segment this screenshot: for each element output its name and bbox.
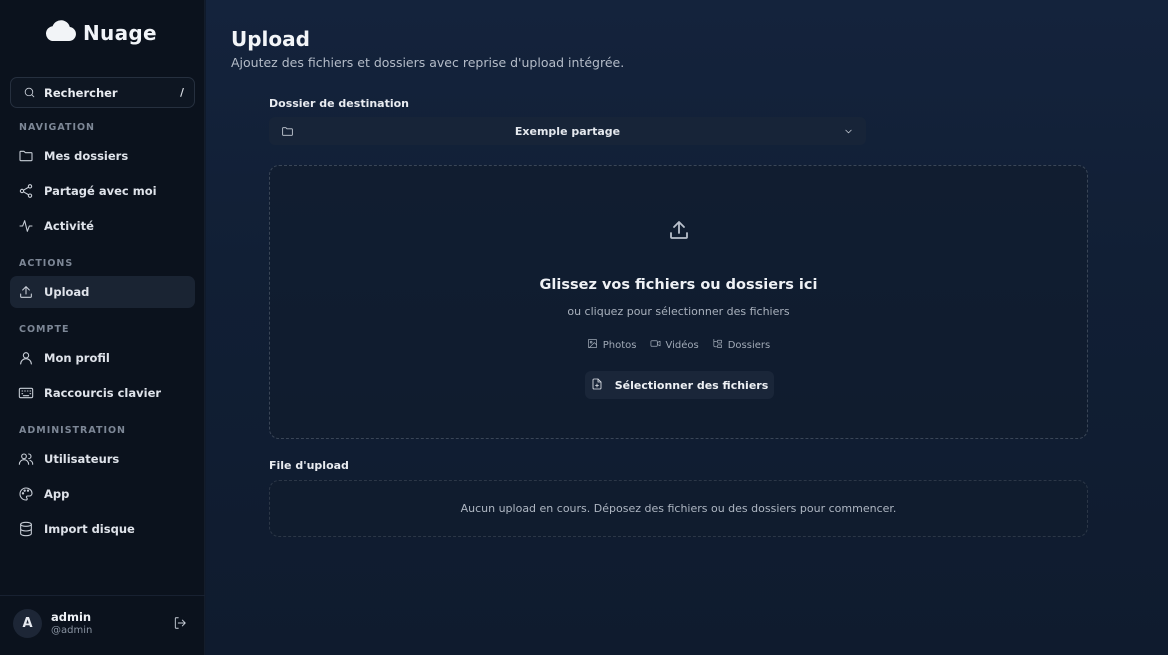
type-videos: Vidéos (650, 338, 699, 352)
dropzone-types: Photos Vidéos Dossiers (270, 338, 1087, 352)
section-actions: ACTIONS (19, 258, 74, 269)
upload-icon (18, 284, 34, 300)
sidebar-item-raccourcis[interactable]: Raccourcis clavier (10, 377, 195, 409)
sidebar-item-label: Mes dossiers (44, 149, 129, 163)
sidebar-item-label: Mon profil (44, 351, 110, 365)
brand[interactable]: Nuage (43, 20, 157, 46)
folder-icon (279, 123, 295, 139)
sidebar-item-profil[interactable]: Mon profil (10, 342, 195, 374)
keyboard-icon (18, 385, 34, 401)
database-icon (18, 521, 34, 537)
sidebar-item-label: Import disque (44, 522, 135, 536)
cloud-icon (43, 20, 77, 46)
sidebar-item-label: Upload (44, 285, 90, 299)
type-dossiers: Dossiers (712, 338, 771, 352)
sidebar-item-label: App (44, 487, 70, 501)
folder-tree-icon (712, 338, 723, 352)
search-shortcut: / (180, 86, 184, 99)
type-label: Dossiers (727, 339, 771, 351)
image-icon (587, 338, 598, 352)
type-label: Photos (602, 339, 637, 351)
user-name: admin (51, 610, 92, 624)
section-navigation: NAVIGATION (19, 122, 95, 133)
users-icon (18, 451, 34, 467)
sidebar-item-label: Raccourcis clavier (44, 386, 162, 400)
user-handle: @admin (51, 625, 93, 636)
upload-icon (667, 218, 691, 246)
chevron-down-icon (840, 123, 856, 139)
section-administration: ADMINISTRATION (19, 425, 127, 436)
search-label: Rechercher (44, 85, 118, 100)
sidebar-item-label: Partagé avec moi (44, 184, 157, 198)
select-files-label: Sélectionner des fichiers (614, 378, 769, 392)
logout-icon[interactable] (172, 615, 188, 631)
main-content: Upload Ajoutez des fichiers et dossiers … (206, 0, 1168, 655)
activity-icon (18, 218, 34, 234)
palette-icon (18, 486, 34, 502)
sidebar-item-import[interactable]: Import disque (10, 513, 195, 545)
share-icon (18, 183, 34, 199)
type-photos: Photos (587, 338, 637, 352)
page-title: Upload (231, 27, 310, 51)
dropzone-subtitle: ou cliquez pour sélectionner des fichier… (567, 305, 790, 318)
destination-label: Dossier de destination (269, 97, 410, 110)
type-label: Vidéos (665, 339, 699, 351)
section-compte: COMPTE (19, 324, 70, 335)
search-icon (21, 85, 37, 101)
select-files-button[interactable]: Sélectionner des fichiers (585, 371, 774, 399)
user-bar: A admin @admin (0, 595, 205, 655)
sidebar-item-app[interactable]: App (10, 478, 195, 510)
queue-empty-text: Aucun upload en cours. Déposez des fichi… (460, 502, 897, 515)
sidebar-item-activite[interactable]: Activité (10, 210, 195, 242)
user-icon (18, 350, 34, 366)
sidebar-item-label: Activité (44, 219, 94, 233)
sidebar-item-mes-dossiers[interactable]: Mes dossiers (10, 140, 195, 172)
sidebar-item-upload[interactable]: Upload (10, 276, 195, 308)
sidebar-item-label: Utilisateurs (44, 452, 120, 466)
avatar[interactable]: A (13, 609, 42, 638)
file-plus-icon (591, 378, 603, 393)
sidebar-item-utilisateurs[interactable]: Utilisateurs (10, 443, 195, 475)
destination-select[interactable]: Exemple partage (269, 117, 866, 145)
queue-empty-state: Aucun upload en cours. Déposez des fichi… (269, 480, 1088, 537)
dropzone[interactable]: Glissez vos fichiers ou dossiers ici ou … (269, 165, 1088, 439)
video-icon (650, 338, 661, 352)
page-subtitle: Ajoutez des fichiers et dossiers avec re… (231, 55, 625, 70)
queue-label: File d'upload (269, 459, 349, 472)
folder-icon (18, 148, 34, 164)
search-button[interactable]: Rechercher / (10, 77, 195, 108)
sidebar-item-partage[interactable]: Partagé avec moi (10, 175, 195, 207)
destination-value: Exemple partage (514, 124, 621, 138)
brand-name: Nuage (83, 21, 157, 45)
sidebar: Nuage Rechercher / NAVIGATION Mes dossie… (0, 0, 205, 655)
dropzone-title: Glissez vos fichiers ou dossiers ici (539, 277, 818, 293)
